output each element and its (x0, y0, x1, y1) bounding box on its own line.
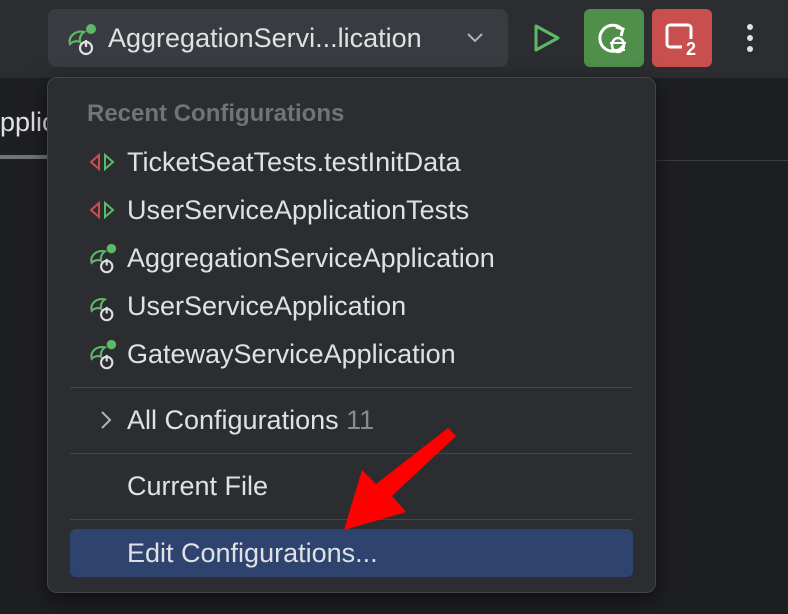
main-toolbar: AggregationServi...lication 2 (0, 0, 788, 78)
spring-boot-running-icon (68, 24, 96, 56)
menu-separator (70, 387, 633, 388)
recent-configuration-label: TicketSeatTests.testInitData (127, 147, 461, 177)
recent-configuration-label: AggregationServiceApplication (127, 243, 495, 273)
test-icon (89, 152, 115, 172)
chevron-down-icon (467, 33, 483, 43)
run-configuration-title: AggregationServi...lication (108, 23, 422, 53)
recent-configuration-item[interactable]: UserServiceApplication (48, 282, 655, 330)
stop-button[interactable]: 2 (652, 9, 712, 67)
recent-configuration-label: UserServiceApplication (127, 291, 407, 321)
recent-configuration-item[interactable]: AggregationServiceApplication (48, 234, 655, 282)
all-configurations-label: All Configurations (127, 405, 339, 435)
annotation-arrow-icon (344, 428, 456, 530)
rerun-debug-button[interactable] (584, 9, 644, 67)
recent-configuration-item[interactable]: GatewayServiceApplication (48, 330, 655, 378)
more-vertical-icon[interactable] (738, 20, 762, 56)
stop-count-badge: 2 (686, 39, 696, 57)
recent-configuration-label: UserServiceApplicationTests (127, 195, 470, 225)
play-icon[interactable] (524, 18, 568, 58)
spring-boot-icon (90, 298, 114, 322)
popup-header: Recent Configurations (87, 100, 345, 127)
rerun-debug-icon (598, 23, 626, 54)
active-tab-indicator (0, 155, 48, 159)
stop-icon: 2 (665, 23, 700, 57)
spring-boot-running-icon (90, 339, 117, 370)
current-file-label: Current File (127, 471, 269, 501)
chevron-right-icon (101, 411, 112, 429)
spring-boot-running-icon (90, 243, 117, 274)
recent-configuration-item[interactable]: UserServiceApplicationTests (48, 186, 655, 234)
recent-configuration-item[interactable]: TicketSeatTests.testInitData (48, 138, 655, 186)
run-configuration-selector[interactable]: AggregationServi...lication (48, 9, 508, 67)
test-icon (89, 200, 115, 220)
recent-configuration-label: GatewayServiceApplication (127, 339, 456, 369)
